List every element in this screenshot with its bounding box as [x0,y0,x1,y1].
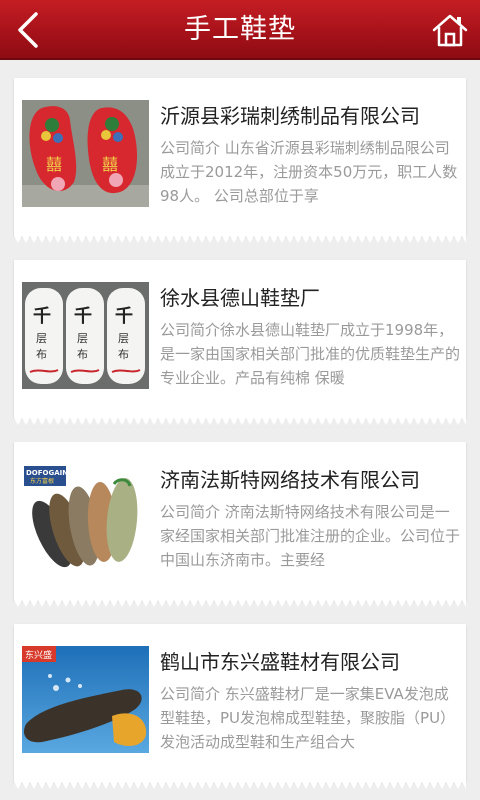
product-thumbnail: 囍 囍 [22,100,149,207]
company-name: 徐水县德山鞋垫厂 [160,286,320,310]
svg-text:千: 千 [33,306,51,327]
company-description: 公司简介 东兴盛鞋材厂是一家集EVA发泡成型鞋垫，PU发泡棉成型鞋垫，聚胺脂（P… [160,685,456,751]
company-description: 公司简介徐水县德山鞋垫厂成立于1998年，是一家由国家相关部门批准的优质鞋垫生产… [160,321,461,387]
card-zigzag-edge [14,418,466,425]
company-name: 济南法斯特网络技术有限公司 [160,468,420,492]
top-bar: 手工鞋垫 [0,0,480,60]
svg-text:层: 层 [118,332,129,345]
card-zigzag-edge [14,600,466,607]
svg-text:囍: 囍 [102,155,118,174]
company-name: 沂源县彩瑞刺绣制品有限公司 [160,104,420,128]
svg-text:囍: 囍 [46,155,62,174]
svg-text:布: 布 [36,348,47,361]
list-item[interactable]: DOFOGAIN 东方富根 济南法斯特网络技术有限公司 公司简介 济南法斯特网络… [14,442,466,607]
svg-text:千: 千 [115,306,133,327]
list-item[interactable]: 囍 囍 沂源县彩瑞刺绣制品有限公司 公司简介 山东省沂源县彩瑞刺绣制品限公司成立… [14,78,466,243]
svg-text:东方富根: 东方富根 [30,477,54,485]
svg-text:布: 布 [118,348,129,361]
product-thumbnail: 东兴盛 [22,646,149,753]
svg-text:DOFOGAIN: DOFOGAIN [26,469,68,477]
list-item[interactable]: 千 千 千 层 层 层 布 布 布 徐水县德山鞋垫厂 公司简介徐水县德山鞋垫厂成… [14,260,466,425]
card-zigzag-edge [14,236,466,243]
company-name: 鹤山市东兴盛鞋材有限公司 [160,650,400,674]
company-description: 公司简介 山东省沂源县彩瑞刺绣制品限公司成立于2012年，注册资本50万元，职工… [160,139,458,205]
company-description: 公司简介 济南法斯特网络技术有限公司是一家经国家相关部门批准注册的企业。公司位于… [160,503,461,569]
home-button[interactable] [428,8,472,52]
product-thumbnail: 千 千 千 层 层 层 布 布 布 [22,282,149,389]
svg-text:布: 布 [77,348,88,361]
svg-text:层: 层 [77,332,88,345]
company-list[interactable]: 囍 囍 沂源县彩瑞刺绣制品有限公司 公司简介 山东省沂源县彩瑞刺绣制品限公司成立… [0,60,480,800]
product-thumbnail: DOFOGAIN 东方富根 [22,464,149,571]
list-item[interactable]: 东兴盛 鹤山市东兴盛鞋材有限公司 公司简介 东兴盛鞋材厂是一家集EVA发泡成型鞋… [14,624,466,789]
page-title: 手工鞋垫 [184,14,296,45]
svg-text:层: 层 [36,332,47,345]
svg-text:东兴盛: 东兴盛 [25,649,52,661]
card-zigzag-edge [14,782,466,789]
home-icon [432,14,468,47]
svg-text:千: 千 [74,306,92,327]
